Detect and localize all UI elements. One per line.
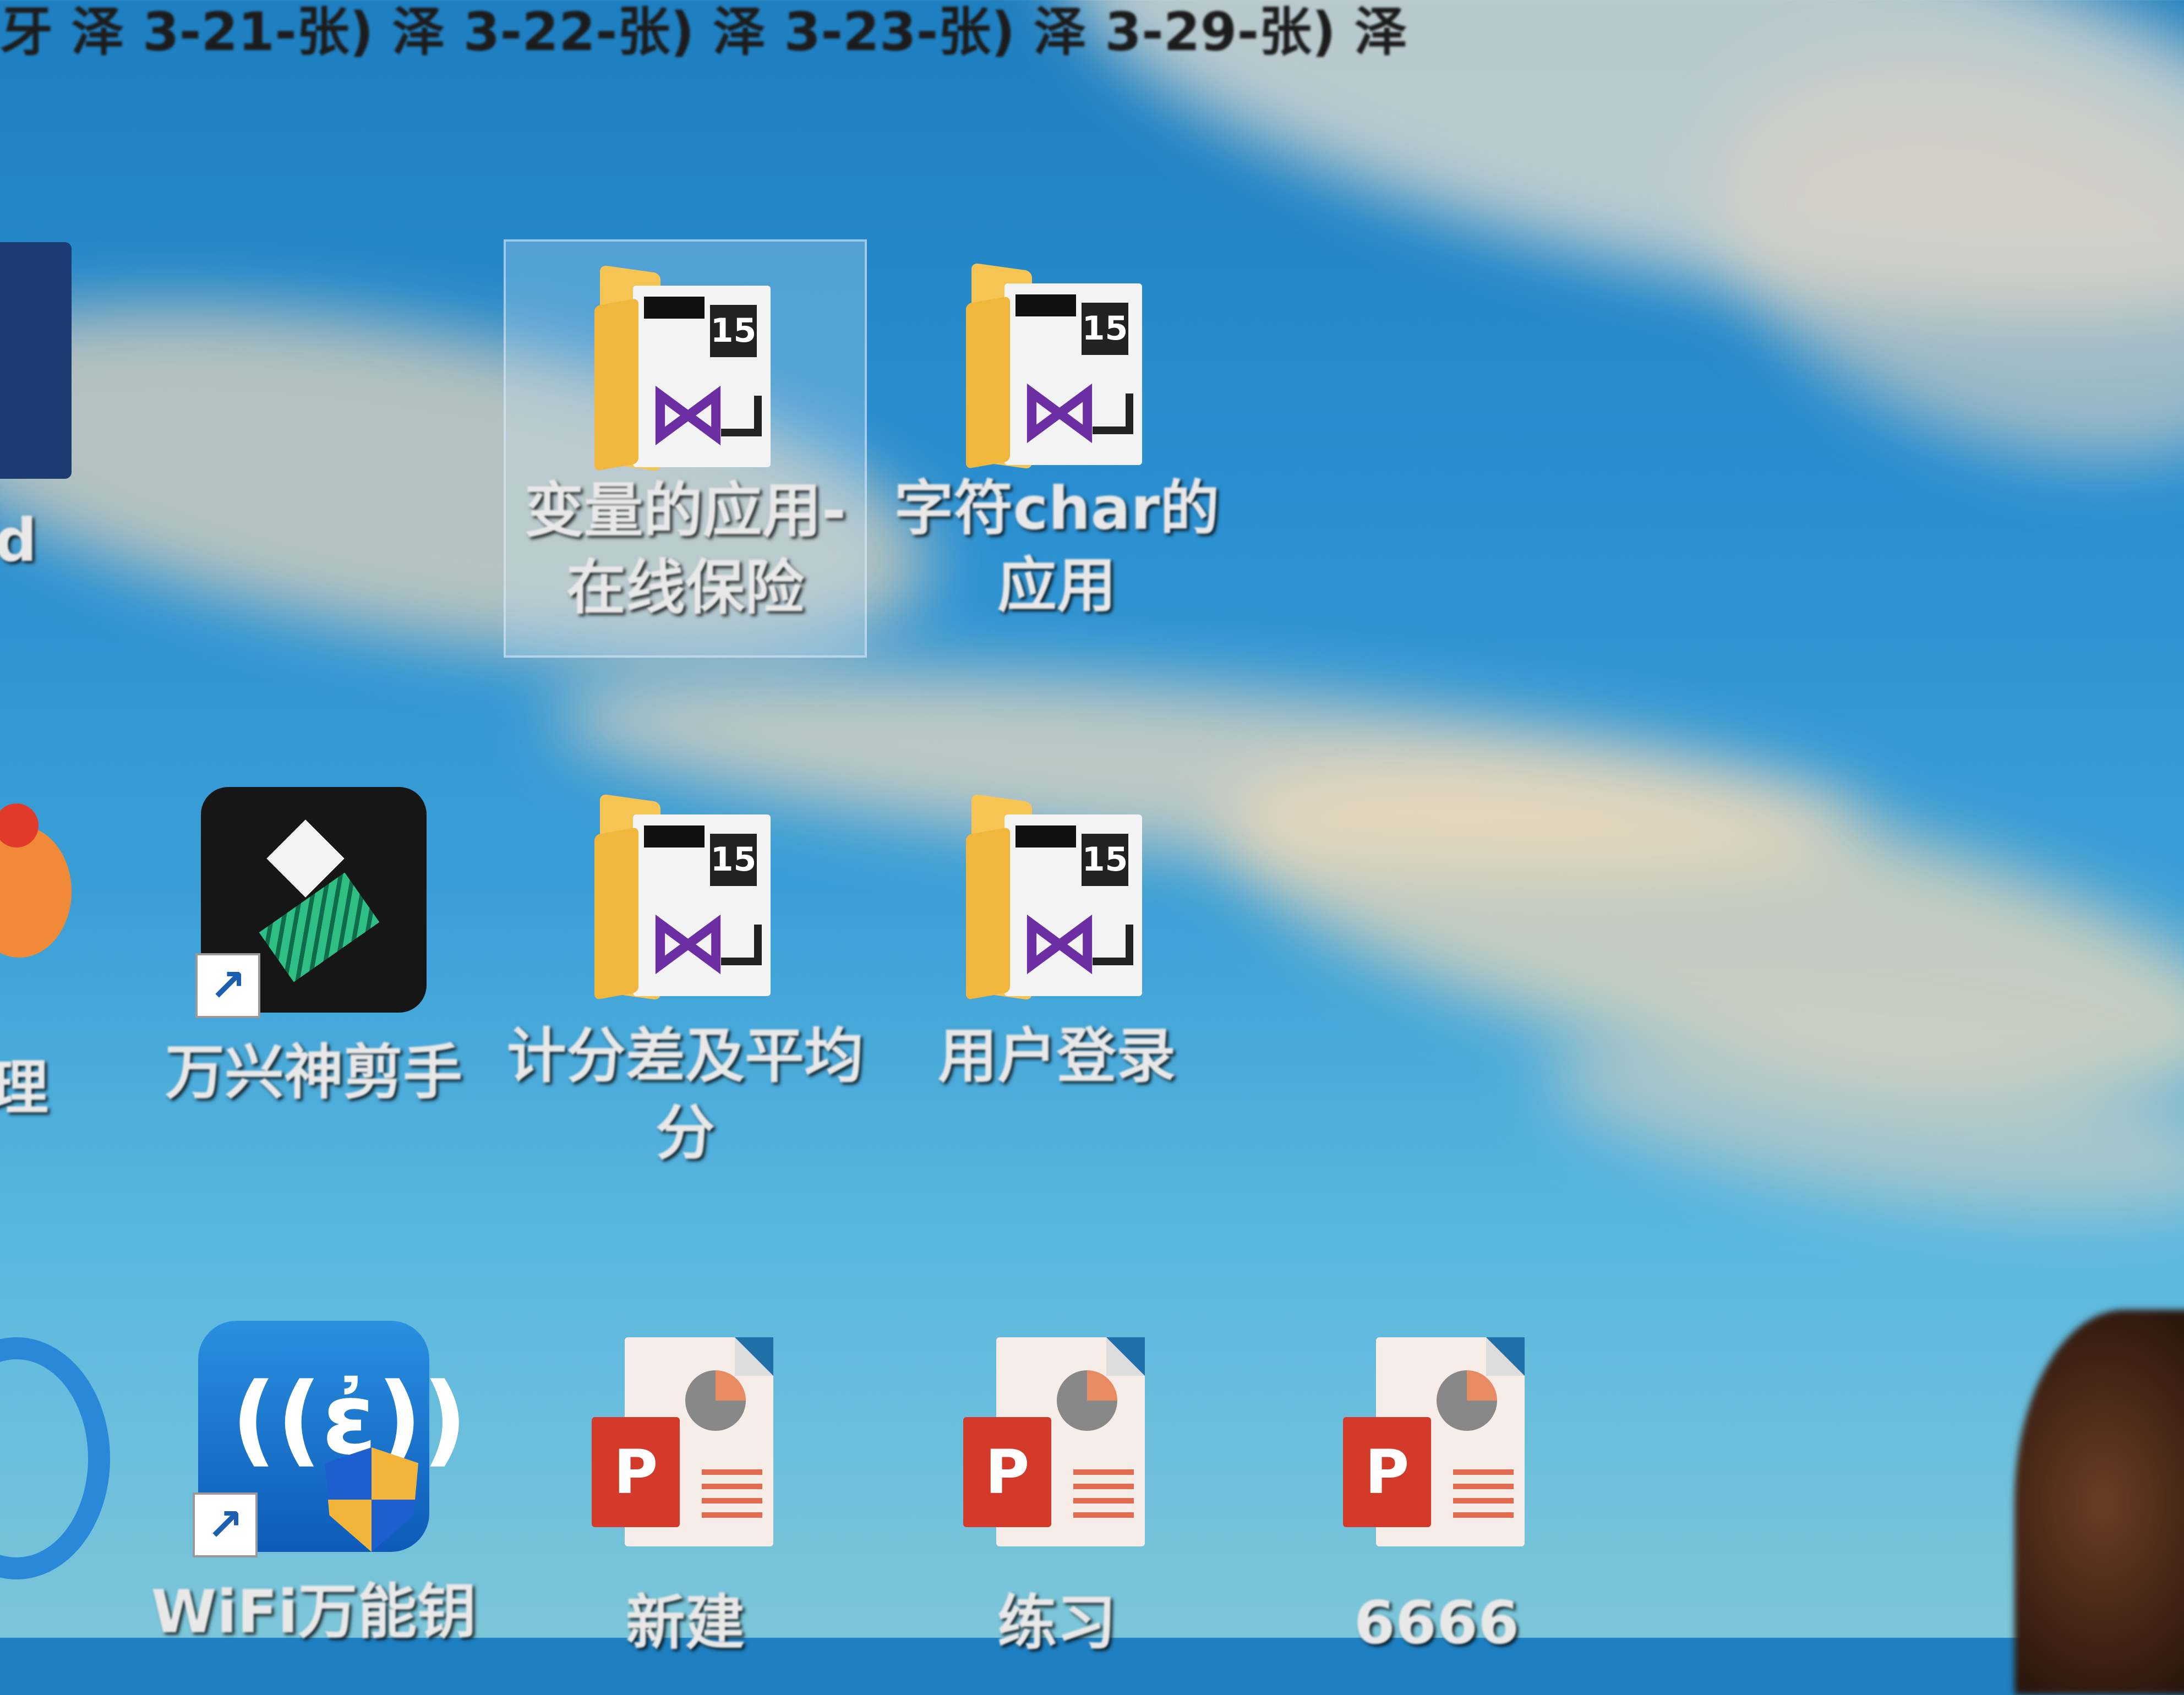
partial-icon-label[interactable]: d bbox=[0, 506, 37, 575]
desktop-icon-label: 字符char的 应用 bbox=[894, 474, 1220, 621]
powerpoint-file-icon: P bbox=[1343, 1337, 1530, 1557]
shortcut-arrow-icon: ↗ bbox=[195, 953, 260, 1018]
app-icon[interactable] bbox=[0, 1337, 110, 1579]
vs-solution-folder-icon: 15 ⋈ bbox=[594, 792, 776, 1002]
desktop-icon-powerpoint[interactable]: P 练习 bbox=[875, 1337, 1238, 1662]
powerpoint-file-icon: P bbox=[963, 1337, 1150, 1557]
filmora-icon: ↗ bbox=[195, 787, 427, 1018]
word-document-icon[interactable] bbox=[0, 242, 72, 479]
shield-icon bbox=[325, 1447, 418, 1552]
shortcut-arrow-icon: ↗ bbox=[193, 1492, 258, 1557]
desktop-icon-label: 变量的应用- 在线保险 bbox=[524, 477, 847, 623]
partial-icon-label[interactable]: 理 bbox=[0, 1040, 48, 1126]
vs-solution-folder-icon: 15 ⋈ bbox=[966, 792, 1148, 1002]
vs-solution-folder-icon: 15 ⋈ bbox=[594, 264, 776, 473]
desktop-icon-vs-folder[interactable]: 15 ⋈ 用户登录 bbox=[875, 792, 1238, 1095]
top-icon-labels-strip[interactable]: 牙 泽 3-21-张) 泽 3-22-张) 泽 3-23-张) 泽 3-29-张… bbox=[0, 0, 1407, 65]
desktop-icon-filmora[interactable]: ↗ 万兴神剪手 bbox=[132, 787, 495, 1112]
desktop-icon-label: 新建 bbox=[625, 1589, 745, 1658]
desktop-icon-vs-folder[interactable]: 15 ⋈ 变量的应用- 在线保险 bbox=[504, 239, 867, 658]
photo-foreground-person bbox=[2014, 1310, 2184, 1695]
powerpoint-file-icon: P bbox=[592, 1337, 779, 1557]
desktop-icon-powerpoint[interactable]: P 6666 bbox=[1255, 1337, 1618, 1662]
desktop-icon-vs-folder[interactable]: 15 ⋈ 计分差及平均 分 bbox=[504, 792, 867, 1173]
desktop-icon-label: 万兴神剪手 bbox=[165, 1038, 462, 1107]
desktop-icon-vs-folder[interactable]: 15 ⋈ 字符char的 应用 bbox=[875, 239, 1238, 625]
desktop-icon-label: 练习 bbox=[997, 1589, 1116, 1658]
wifi-master-key-icon: ((ἐ)) ↗ bbox=[193, 1321, 467, 1557]
desktop-icon-label: 用户登录 bbox=[937, 1022, 1176, 1091]
desktop-icon-wifi-master-key[interactable]: ((ἐ)) ↗ WiFi万能钥 bbox=[132, 1321, 495, 1651]
desktop-icon-powerpoint[interactable]: P 新建 bbox=[504, 1337, 867, 1662]
desktop-icon-label: 6666 bbox=[1353, 1589, 1520, 1658]
desktop-icon-label: WiFi万能钥 bbox=[151, 1578, 477, 1647]
vs-solution-folder-icon: 15 ⋈ bbox=[966, 261, 1148, 471]
desktop-icon-label: 计分差及平均 分 bbox=[506, 1022, 864, 1168]
